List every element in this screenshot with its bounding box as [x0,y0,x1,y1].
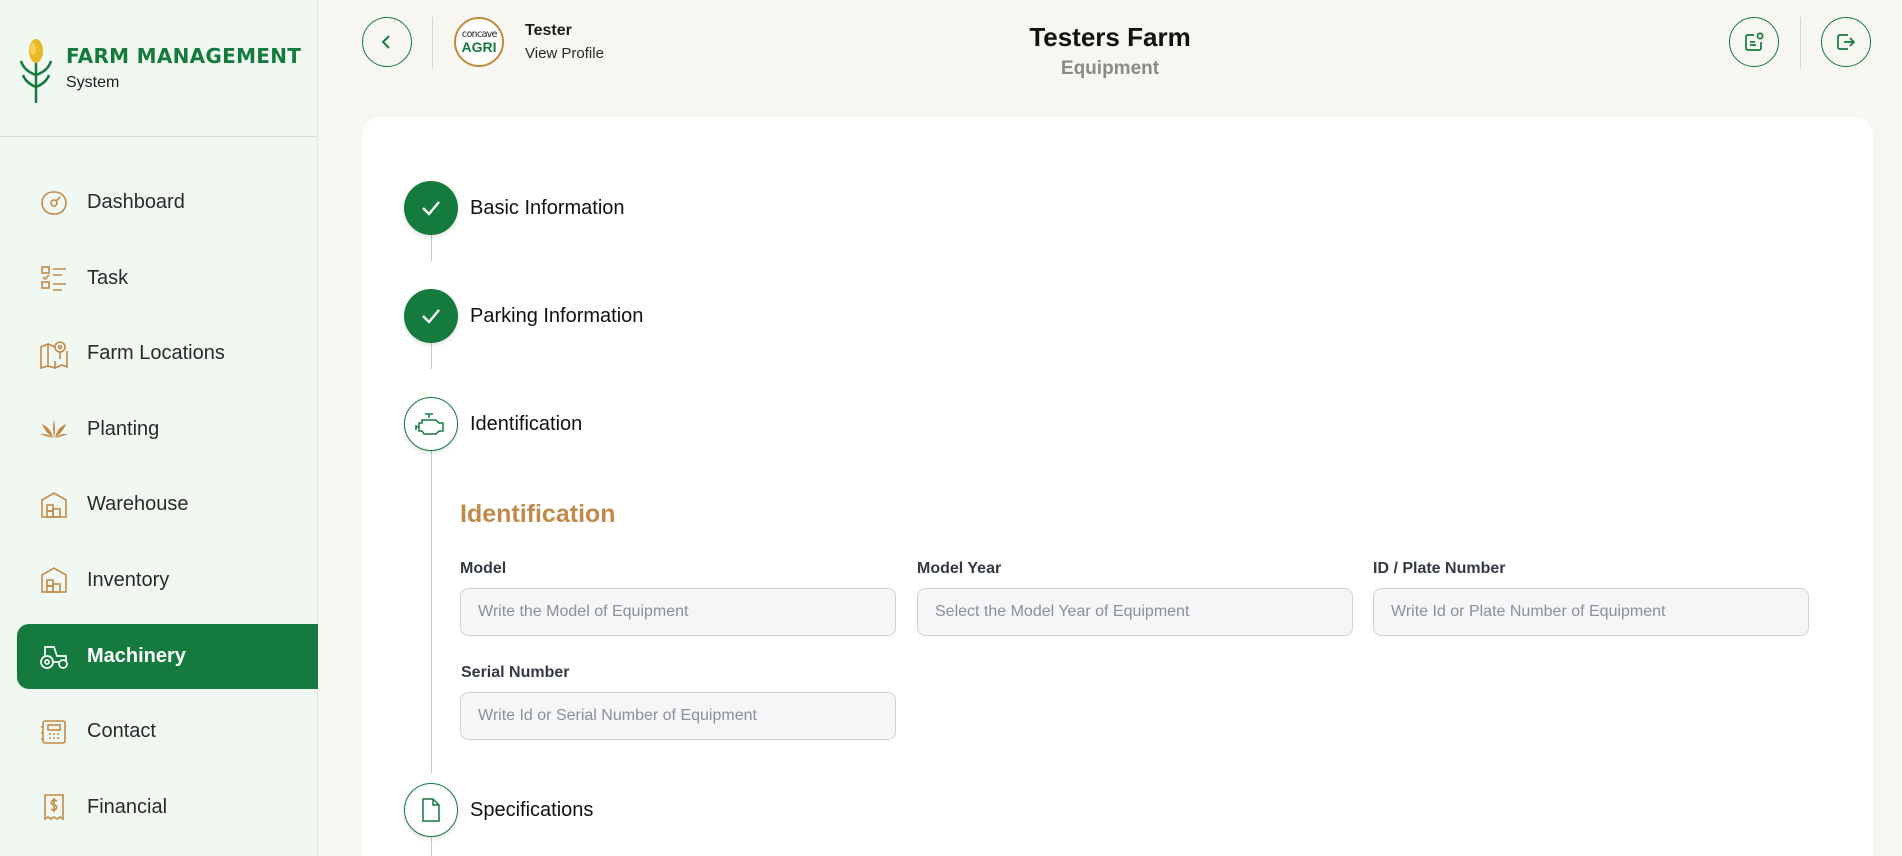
sidebar-item-financial[interactable]: Financial [17,775,318,840]
sidebar-item-task[interactable]: Task [17,246,318,311]
section-title: Identification [460,500,616,528]
header-divider [1800,17,1801,69]
sidebar-item-warehouse[interactable]: Warehouse [17,472,318,537]
check-icon [422,201,440,216]
sidebar-item-label: Inventory [87,568,170,591]
sidebar: FARM MANAGEMENT System Dashboard Task Fa… [0,0,318,856]
step-done-marker [404,289,458,343]
brand-title: FARM MANAGEMENT [66,44,302,68]
plant-icon [39,414,69,444]
sidebar-item-label: Task [87,266,129,289]
sidebar-item-label: Financial [87,795,168,818]
sidebar-item-label: Dashboard [87,191,185,213]
sidebar-item-label: Contact [87,720,156,743]
dashboard-gauge-icon [39,188,69,218]
page-title: Testers Farm [1029,22,1191,52]
notification-icon [1745,32,1764,51]
sidebar-item-machinery[interactable]: Machinery [17,623,318,689]
logout-icon [1837,34,1856,50]
sidebar-item-label: Planting [87,417,160,440]
step-connector [431,422,432,773]
sidebar-item-inventory[interactable]: Inventory [17,548,318,613]
inventory-icon [39,565,69,595]
task-list-icon [39,263,69,293]
step-label: Identification [470,412,583,435]
contact-icon [39,717,69,747]
map-pin-icon [39,339,69,369]
step-current-marker [404,397,458,451]
tractor-icon [39,641,69,671]
wheat-logo-icon [19,39,53,103]
brand-subtitle: System [66,74,120,91]
engine-icon [415,413,444,435]
sidebar-item-label: Warehouse [87,493,189,516]
warehouse-icon [39,490,69,520]
receipt-dollar-icon [39,792,69,822]
page-subtitle: Equipment [1060,58,1160,79]
step-basic-information[interactable]: Basic Information [404,181,625,235]
sidebar-item-label: Machinery [87,644,186,667]
model-input[interactable] [460,588,896,636]
plate-number-label: ID / Plate Number [1373,560,1506,577]
step-label: Basic Information [470,196,625,219]
logout-button[interactable] [1821,17,1871,67]
model-label: Model [460,560,507,577]
sidebar-nav: Dashboard Task Farm Locations Planting W… [0,170,318,850]
check-icon [422,309,440,324]
sidebar-item-planting[interactable]: Planting [17,397,318,462]
sidebar-item-contact[interactable]: Contact [17,699,318,764]
top-header: concave AGRI Tester View Profile Testers… [318,0,1902,117]
serial-number-label: Serial Number [461,664,570,681]
step-identification[interactable]: Identification [404,397,582,451]
step-label: Parking Information [470,304,644,327]
step-parking-information[interactable]: Parking Information [404,289,643,343]
step-label: Specifications [470,798,594,821]
serial-number-input[interactable] [460,692,896,740]
plate-number-input[interactable] [1373,588,1809,636]
sidebar-item-label: Farm Locations [87,342,225,365]
sidebar-item-farm-locations[interactable]: Farm Locations [17,321,318,386]
form-card: Basic Information Parking Information Id… [362,117,1873,856]
model-year-select[interactable] [917,588,1353,636]
model-year-label: Model Year [917,560,1002,577]
brand[interactable]: FARM MANAGEMENT System [0,0,317,137]
step-specifications[interactable]: Specifications [404,783,593,837]
notification-button[interactable] [1729,17,1779,67]
document-icon [422,798,440,822]
sidebar-item-dashboard[interactable]: Dashboard [17,170,318,235]
step-done-marker [404,181,458,235]
step-pending-marker [404,783,458,837]
